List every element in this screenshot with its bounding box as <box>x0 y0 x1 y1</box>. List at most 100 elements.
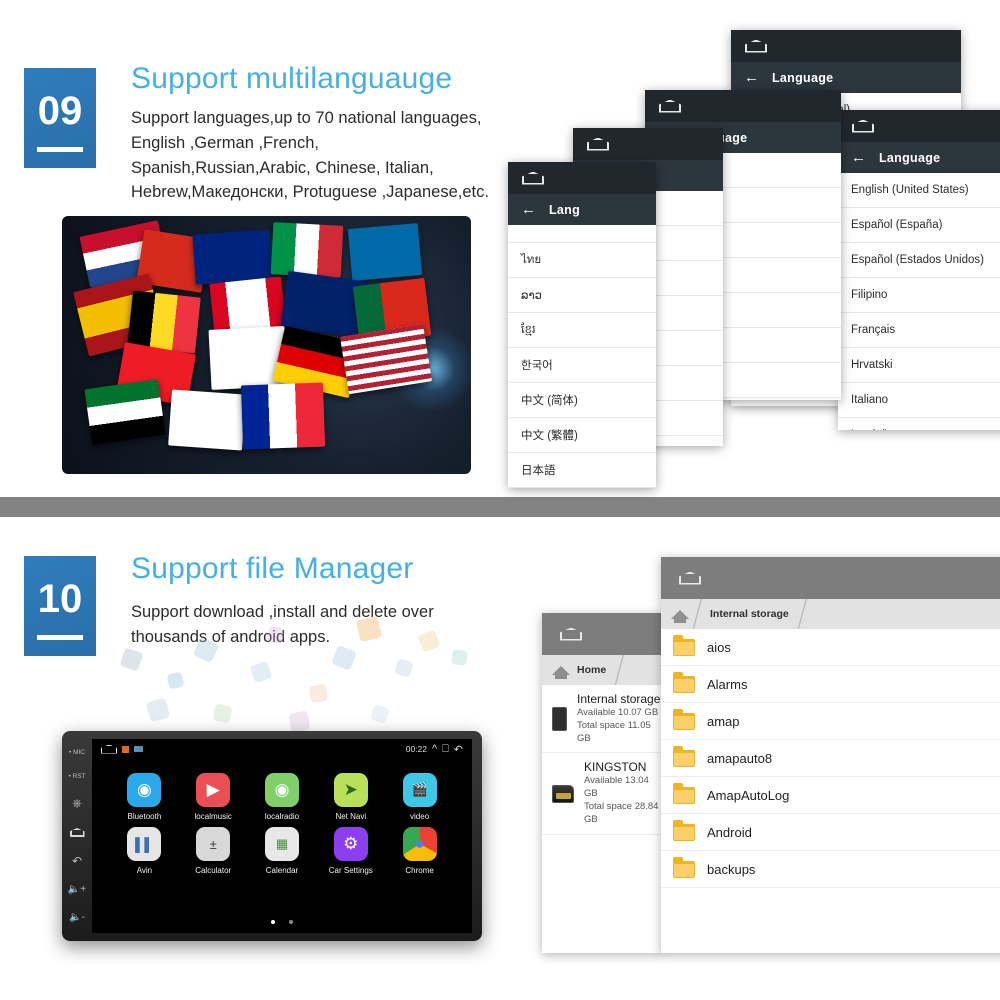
car-settings-icon[interactable]: ⚙ <box>333 827 368 861</box>
language-item[interactable]: ខ្មែរ <box>508 313 656 348</box>
language-item[interactable]: Hrvatski <box>838 348 1000 383</box>
chrome-icon[interactable]: ● <box>402 827 437 861</box>
app-net-navi[interactable]: ➤ Net Navi <box>316 773 385 821</box>
flag-israel <box>168 389 246 451</box>
home-icon[interactable] <box>552 665 570 679</box>
language-item[interactable]: 中文 (简体) <box>508 383 656 418</box>
file-manager-browser-panel[interactable]: Internal storage aios Alarms amap amapau… <box>661 557 1000 953</box>
breadcrumb[interactable]: Internal storage <box>661 599 1000 629</box>
folder-name: Android <box>707 824 752 840</box>
page-dot-active[interactable] <box>271 920 275 924</box>
localradio-icon[interactable]: ◉ <box>264 773 299 807</box>
language-list[interactable]: ไทย ລາວ ខ្មែរ 한국어 中文 (简体) 中文 (繁體) 日本語 <box>508 225 656 488</box>
storage-available: Available 10.07 GB <box>577 707 659 718</box>
app-car-settings[interactable]: ⚙ Car Settings <box>316 827 385 875</box>
back-arrow-icon[interactable]: ← <box>744 70 759 85</box>
flag-france <box>240 382 326 450</box>
head-unit-screen[interactable]: 00:22 ^ ⎕ ↶ ◉ Bluetooth ▶ localmusic ◉ l… <box>92 739 472 933</box>
folder-name: aios <box>707 639 731 655</box>
app-localradio[interactable]: ◉ localradio <box>248 773 317 821</box>
language-item[interactable]: English (United States) <box>838 173 1000 208</box>
folder-name: Alarms <box>707 676 748 692</box>
app-calendar[interactable]: ▦ Calendar <box>248 827 317 875</box>
language-list[interactable]: English (United States) Español (España)… <box>838 173 1000 430</box>
back-arrow-icon[interactable]: ← <box>851 150 866 165</box>
status-indicator-icon <box>134 746 143 752</box>
folder-list[interactable]: aios Alarms amap amapauto8 AmapAutoLog A… <box>661 629 1000 888</box>
infographic-page: 09 Support multilanguauge Support langua… <box>0 0 1000 1000</box>
home-icon[interactable] <box>101 744 117 754</box>
video-icon[interactable]: 🎬 <box>402 773 437 807</box>
car-head-unit: • MIC • RST ⎈ ↶ 🔈+ 🔈- 00:22 ^ ⎕ ↶ ◉ Blue… <box>62 731 482 941</box>
storage-name: Internal storage <box>577 692 661 706</box>
language-item[interactable]: Latviešu <box>838 418 1000 430</box>
app-chrome[interactable]: ● Chrome <box>385 827 454 875</box>
language-item[interactable]: Español (Estados Unidos) <box>838 243 1000 278</box>
reset-button[interactable]: • RST <box>68 773 85 780</box>
language-item-partial[interactable] <box>508 225 656 243</box>
notification-indicator-icon <box>122 745 129 753</box>
vol-up-icon[interactable]: 🔈+ <box>68 884 86 895</box>
calculator-icon[interactable]: ± <box>196 827 231 861</box>
folder-row[interactable]: AmapAutoLog <box>661 777 1000 814</box>
app-calculator[interactable]: ± Calculator <box>179 827 248 875</box>
bluetooth-icon[interactable]: ◉ <box>127 773 162 807</box>
language-item[interactable]: Français <box>838 313 1000 348</box>
breadcrumb[interactable]: Home <box>542 655 662 685</box>
folder-row[interactable]: Alarms <box>661 666 1000 703</box>
home-icon[interactable] <box>671 609 689 623</box>
home-icon[interactable] <box>69 827 85 837</box>
file-manager-storage-panel[interactable]: Home Internal storage Available 10.07 GB… <box>542 613 662 953</box>
language-item[interactable]: Italiano <box>838 383 1000 418</box>
app-label: Chrome <box>405 866 434 875</box>
language-item[interactable]: ไทย <box>508 243 656 278</box>
panel-title: Language <box>879 150 941 165</box>
folder-row[interactable]: aios <box>661 629 1000 666</box>
head-unit-side-buttons[interactable]: • MIC • RST ⎈ ↶ 🔈+ 🔈- <box>62 731 92 941</box>
page-indicator-dots[interactable] <box>92 920 472 924</box>
storage-item[interactable]: KINGSTON Available 13.04 GB Total space … <box>542 753 662 835</box>
language-item[interactable]: 日本語 <box>508 453 656 488</box>
storage-item[interactable]: Internal storage Available 10.07 GB Tota… <box>542 685 662 754</box>
android-action-bar: ← Language <box>731 62 961 93</box>
back-icon[interactable]: ↶ <box>72 854 82 868</box>
folder-row[interactable]: backups <box>661 851 1000 888</box>
breadcrumb-label[interactable]: Home <box>572 664 611 676</box>
recents-icon[interactable]: ⎕ <box>442 743 449 756</box>
app-launcher-grid[interactable]: ◉ Bluetooth ▶ localmusic ◉ localradio ➤ … <box>92 765 472 875</box>
folder-row[interactable]: Android <box>661 814 1000 851</box>
language-item[interactable]: ລາວ <box>508 278 656 313</box>
calendar-icon[interactable]: ▦ <box>264 827 299 861</box>
language-item[interactable]: 中文 (繁體) <box>508 418 656 453</box>
language-item[interactable]: Español (España) <box>838 208 1000 243</box>
power-icon[interactable]: ⎈ <box>72 796 82 811</box>
expand-up-icon[interactable]: ^ <box>432 743 437 755</box>
app-avin[interactable]: ▌▌ Avin <box>110 827 179 875</box>
flag-united-arab-emirates <box>84 379 166 445</box>
app-localmusic[interactable]: ▶ localmusic <box>179 773 248 821</box>
avin-icon[interactable]: ▌▌ <box>127 827 162 861</box>
back-arrow-icon[interactable]: ← <box>521 202 536 217</box>
localmusic-icon[interactable]: ▶ <box>196 773 231 807</box>
vol-down-icon[interactable]: 🔈- <box>69 912 85 923</box>
back-icon[interactable]: ↶ <box>454 743 463 756</box>
android-status-bar <box>573 128 723 160</box>
language-item[interactable]: Filipino <box>838 278 1000 313</box>
app-video[interactable]: 🎬 video <box>385 773 454 821</box>
net-navi-icon[interactable]: ➤ <box>333 773 368 807</box>
flag-sweden <box>347 223 423 281</box>
language-panel-english[interactable]: ← Language English (United States) Españ… <box>838 110 1000 430</box>
folder-row[interactable]: amapauto8 <box>661 740 1000 777</box>
app-label: Car Settings <box>328 866 373 875</box>
section-number-badge-10: 10 <box>24 556 96 656</box>
language-item[interactable]: 한국어 <box>508 348 656 383</box>
language-panel-asian[interactable]: ← Lang ไทย ລາວ ខ្មែរ 한국어 中文 (简体) 中文 (繁體)… <box>508 162 656 488</box>
page-dot[interactable] <box>289 920 293 924</box>
app-bluetooth[interactable]: ◉ Bluetooth <box>110 773 179 821</box>
folder-row[interactable]: amap <box>661 703 1000 740</box>
home-icon <box>852 119 874 133</box>
mic-button[interactable]: • MIC <box>69 749 85 756</box>
storage-volume-list[interactable]: Internal storage Available 10.07 GB Tota… <box>542 685 662 835</box>
panel-title: Lang <box>549 202 581 217</box>
breadcrumb-label[interactable]: Internal storage <box>705 608 794 620</box>
